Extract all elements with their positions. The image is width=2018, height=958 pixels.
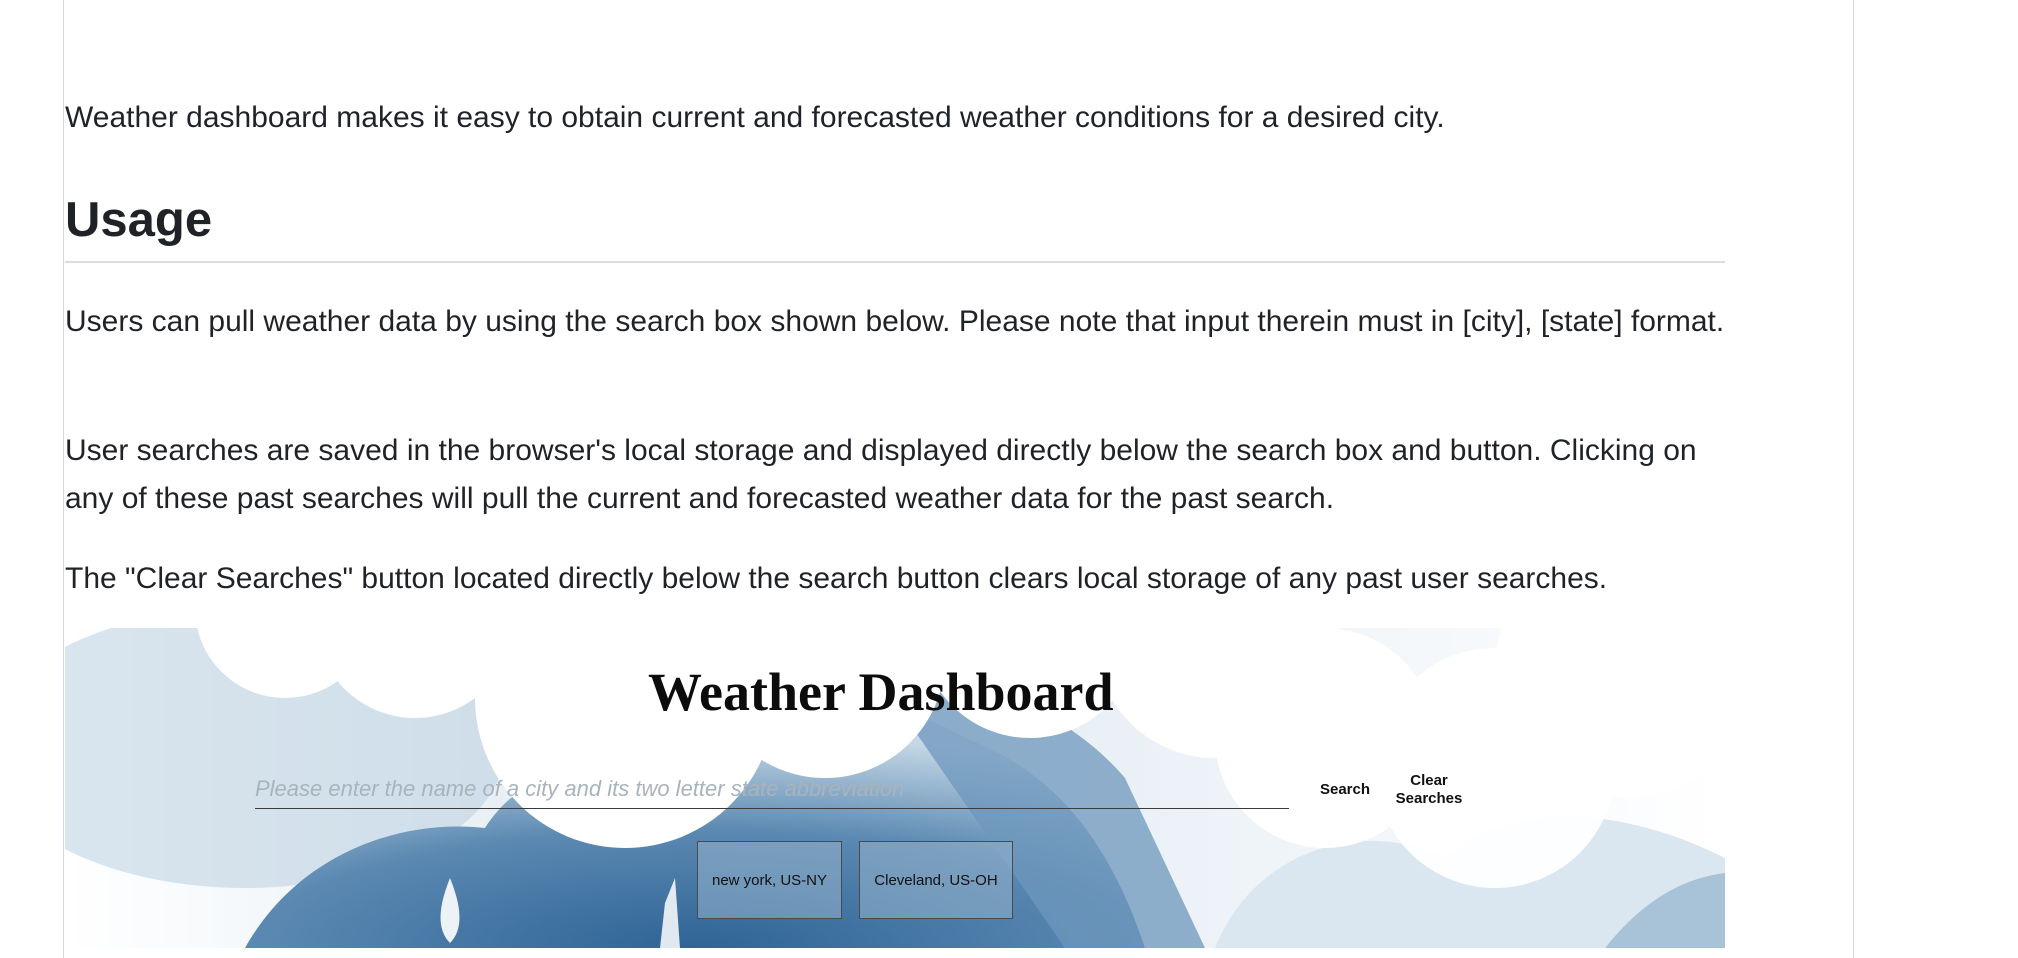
app-screenshot: Weather Dashboard Search Clear Searches … <box>65 628 1725 948</box>
intro-paragraph: Weather dashboard makes it easy to obtai… <box>65 101 1445 134</box>
app-title: Weather Dashboard <box>648 662 1114 722</box>
usage-paragraph-clear: The "Clear Searches" button located dire… <box>65 562 1608 595</box>
search-button[interactable]: Search <box>1310 774 1380 804</box>
clear-searches-button[interactable]: Clear Searches <box>1385 770 1473 810</box>
usage-heading: Usage <box>65 193 213 247</box>
usage-paragraph-storage: User searches are saved in the browser's… <box>65 434 1697 515</box>
usage-paragraph-search: Users can pull weather data by using the… <box>65 305 1725 338</box>
city-search-input[interactable] <box>255 770 1289 809</box>
history-item-cleveland[interactable]: Cleveland, US-OH <box>859 841 1013 919</box>
heading-divider <box>65 261 1725 263</box>
history-item-new-york[interactable]: new york, US-NY <box>697 841 842 919</box>
